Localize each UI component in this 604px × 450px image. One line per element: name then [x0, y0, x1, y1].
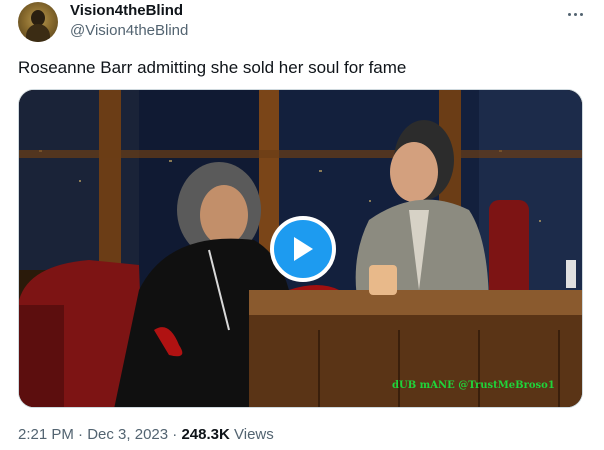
meta-separator: ·: [168, 426, 182, 443]
tweet-meta: 2:21 PM · Dec 3, 2023 · 248.3K Views: [18, 425, 274, 445]
more-dot: [573, 12, 577, 16]
video-player[interactable]: dUB mANE @TrustMeBroso1: [18, 89, 583, 408]
meta-separator: ·: [73, 426, 88, 443]
play-button[interactable]: [270, 216, 336, 282]
avatar-body: [26, 24, 50, 42]
views-label: Views: [234, 426, 274, 443]
avatar[interactable]: [18, 2, 58, 42]
more-horizontal-icon: [567, 12, 571, 16]
tweet-time[interactable]: 2:21 PM: [18, 426, 74, 443]
more-dot: [579, 12, 583, 16]
tweet-text: Roseanne Barr admitting she sold her sou…: [18, 58, 407, 77]
more-options-button[interactable]: [562, 4, 588, 24]
video-watermark: dUB mANE @TrustMeBroso1: [392, 380, 555, 391]
views-count: 248.3K: [181, 426, 230, 443]
display-name[interactable]: Vision4theBlind: [70, 1, 183, 21]
user-handle[interactable]: @Vision4theBlind: [70, 21, 188, 41]
tweet-date[interactable]: Dec 3, 2023: [87, 426, 168, 443]
play-icon: [294, 237, 313, 261]
